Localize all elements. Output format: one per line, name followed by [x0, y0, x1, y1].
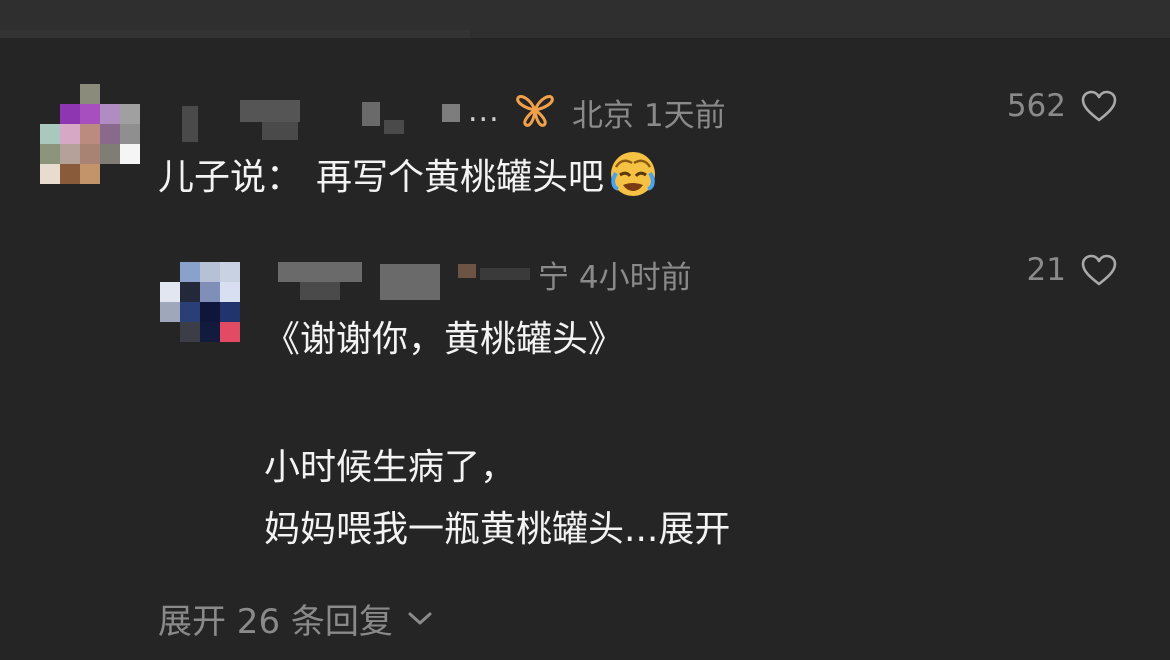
- username-blur: [182, 106, 198, 142]
- comment-meta: 北京 1天前: [572, 98, 726, 134]
- expand-replies-label: 展开 26 条回复: [158, 602, 393, 642]
- reply-body-truncated: 妈妈喂我一瓶黄桃罐头...: [264, 509, 659, 550]
- like-count: 562: [1006, 88, 1066, 124]
- reply-avatar[interactable]: [160, 262, 240, 342]
- username-blur: [262, 122, 298, 140]
- comment-text: 儿子说： 再写个黄桃罐头吧: [158, 148, 658, 200]
- heart-icon[interactable]: [1080, 253, 1118, 287]
- reply-body-line: 妈妈喂我一瓶黄桃罐头...展开: [264, 500, 730, 552]
- comment-like-button[interactable]: 562: [1007, 88, 1118, 124]
- username-ellipsis: ...: [468, 94, 500, 129]
- heart-icon[interactable]: [1080, 89, 1118, 123]
- expand-replies-button[interactable]: 展开 26 条回复: [158, 594, 433, 643]
- top-bar-shade: [0, 30, 470, 38]
- reply-like-button[interactable]: 21: [1027, 252, 1118, 288]
- username-blur: [384, 120, 404, 134]
- username-blur: [300, 282, 340, 300]
- username-blur: [278, 262, 362, 282]
- username-blur: [480, 268, 530, 280]
- like-count: 21: [1026, 252, 1066, 288]
- top-bar: [0, 0, 1170, 38]
- username-blur: [442, 104, 460, 122]
- comment-body: 再写个黄桃罐头吧: [316, 157, 605, 198]
- reply-body-line: 小时候生病了，: [264, 447, 517, 488]
- username-blur: [380, 264, 440, 300]
- username-blur: [362, 102, 380, 126]
- butterfly-badge-icon: [516, 95, 554, 127]
- chevron-down-icon: [408, 612, 432, 624]
- reply-title-line: 《谢谢你，黄桃罐头》: [264, 319, 625, 360]
- face-holding-back-tears-emoji: [611, 152, 656, 196]
- comment-label: 儿子说：: [158, 157, 303, 198]
- expand-text-link[interactable]: 展开: [658, 509, 730, 550]
- reply-meta: 宁 4小时前: [538, 260, 692, 296]
- username-blur: [458, 264, 476, 278]
- username-blur: [240, 100, 300, 122]
- comment-avatar[interactable]: [40, 84, 140, 184]
